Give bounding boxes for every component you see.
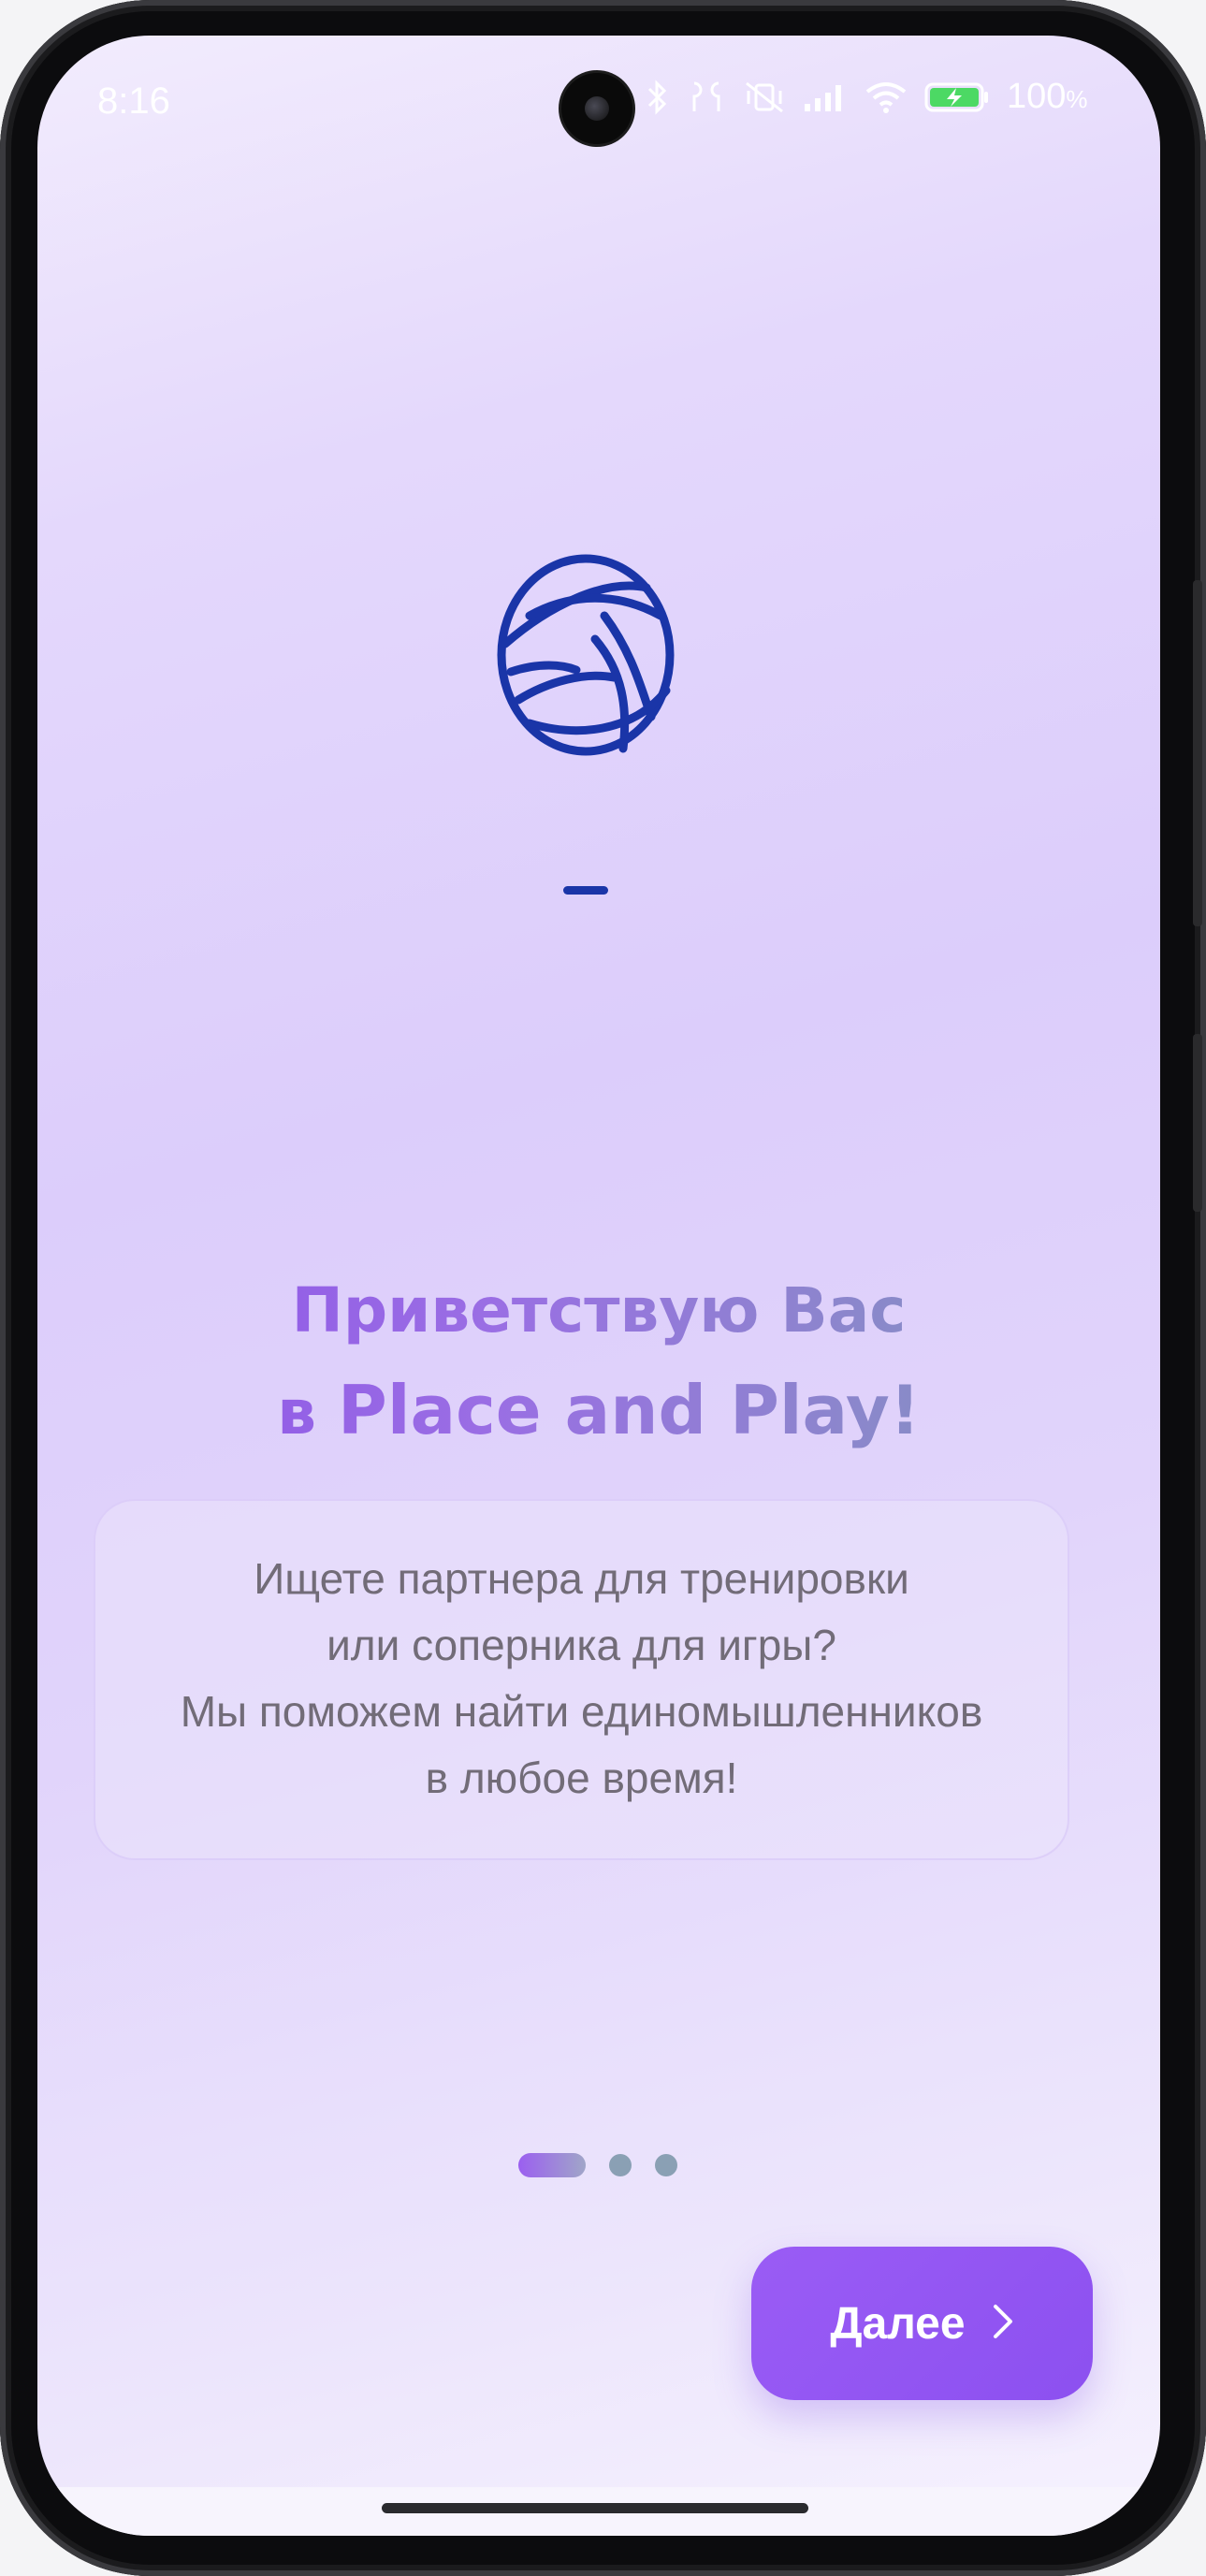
status-icons: 100% xyxy=(646,77,1088,117)
welcome-title-line2: в Place and Play! xyxy=(277,1371,921,1449)
description-card: Ищете партнера для тренировки или соперн… xyxy=(94,1499,1069,1860)
description-line: Мы поможем найти единомышленников xyxy=(180,1687,983,1736)
next-button-label: Далее xyxy=(830,2298,966,2349)
welcome-title: Приветствую Вас в Place and Play! xyxy=(37,1261,1160,1463)
battery-percent: 100% xyxy=(1007,77,1088,116)
next-button[interactable]: Далее xyxy=(751,2247,1093,2400)
vibrate-off-icon xyxy=(743,80,786,115)
description-line: Ищете партнера для тренировки xyxy=(254,1554,909,1603)
volleyball-icon xyxy=(492,550,679,765)
app-name: Place and Play! xyxy=(338,1371,921,1449)
battery-charging-icon xyxy=(924,80,990,114)
screen: 8:16 100% Приветствую Вас в Place and Pl… xyxy=(37,36,1160,2536)
signal-icon xyxy=(803,81,848,113)
power-button xyxy=(1193,1034,1202,1212)
volume-button xyxy=(1193,580,1202,926)
page-dot[interactable] xyxy=(609,2154,632,2176)
phone-frame: 8:16 100% Приветствую Вас в Place and Pl… xyxy=(0,0,1206,2576)
description-line: или соперника для игры? xyxy=(327,1621,836,1669)
page-dot-active[interactable] xyxy=(518,2153,586,2177)
bluetooth-icon xyxy=(646,79,670,115)
chevron-right-icon xyxy=(992,2303,1014,2344)
page-dot[interactable] xyxy=(655,2154,677,2176)
description-line: в любое время! xyxy=(425,1754,738,1802)
wifi-icon xyxy=(865,80,908,114)
status-bar: 8:16 100% xyxy=(37,36,1160,167)
logo-dash xyxy=(563,886,608,895)
home-indicator[interactable] xyxy=(382,2503,808,2513)
front-camera xyxy=(561,73,632,144)
earbuds-icon xyxy=(687,80,726,115)
status-time: 8:16 xyxy=(97,80,170,122)
welcome-title-line1: Приветствую Вас xyxy=(291,1274,907,1346)
